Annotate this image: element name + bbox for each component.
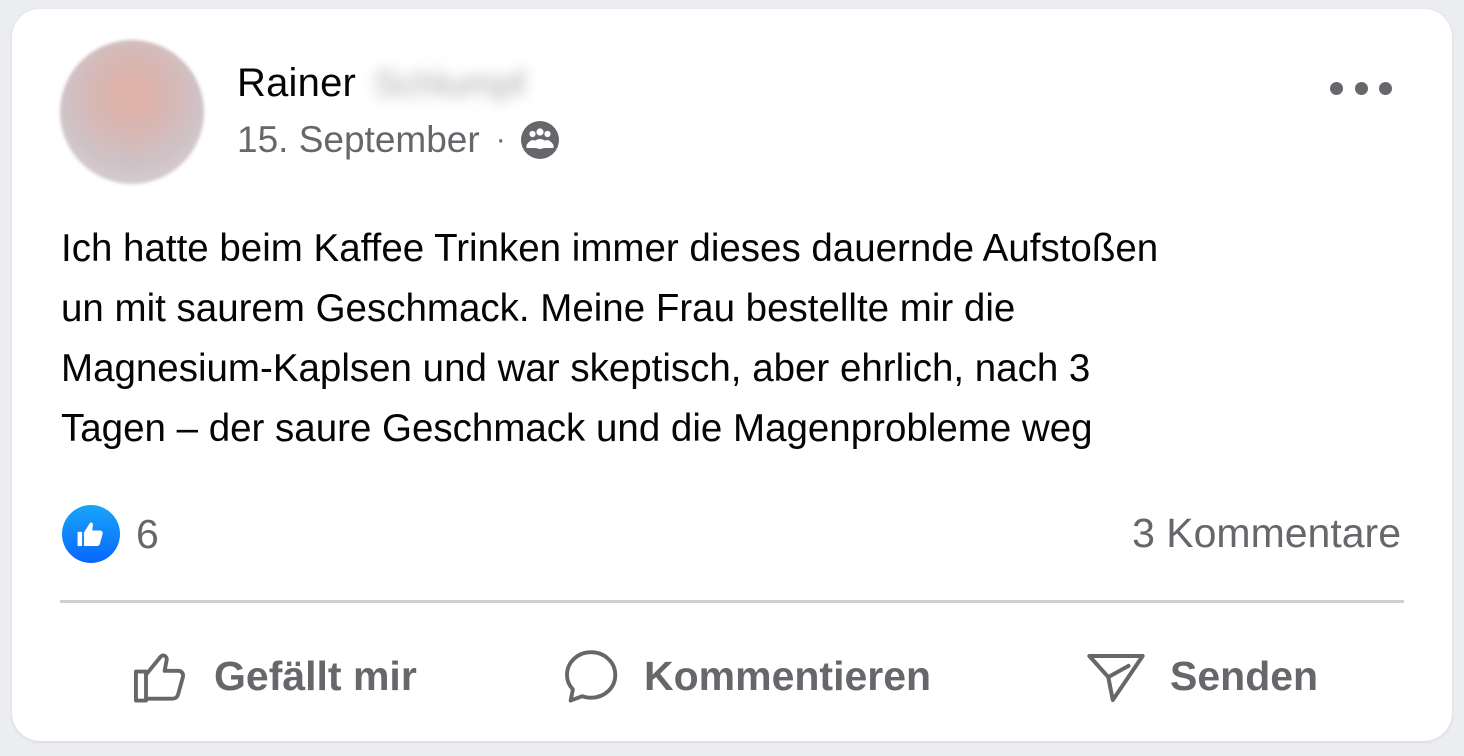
like-button-label: Gefällt mir bbox=[214, 652, 417, 699]
comments-count-link[interactable]: 3 Kommentare bbox=[1132, 510, 1401, 557]
post-text: Ich hatte beim Kaffee Trinken immer dies… bbox=[61, 219, 1421, 459]
reactions-summary[interactable]: 6 bbox=[62, 505, 159, 563]
post-text-line: un mit saurem Geschmack. Meine Frau best… bbox=[61, 287, 1016, 330]
meta-separator: · bbox=[495, 123, 506, 156]
reaction-count: 6 bbox=[136, 510, 159, 557]
send-button-label: Senden bbox=[1170, 652, 1319, 699]
like-button[interactable]: Gefällt mir bbox=[130, 641, 417, 711]
like-reaction-icon bbox=[62, 505, 120, 563]
post-text-line: Magnesium-Kaplsen und war skeptisch, abe… bbox=[61, 347, 1091, 390]
send-icon bbox=[1084, 644, 1148, 708]
post-text-line: Ich hatte beim Kaffee Trinken immer dies… bbox=[61, 227, 1159, 270]
author-first-name[interactable]: Rainer bbox=[237, 61, 356, 106]
comment-bubble-icon bbox=[560, 645, 622, 707]
post-meta: 15. September · bbox=[237, 119, 560, 161]
comment-button[interactable]: Kommentieren bbox=[560, 641, 931, 711]
avatar[interactable] bbox=[60, 40, 204, 184]
thumbs-up-icon bbox=[130, 645, 192, 707]
comment-button-label: Kommentieren bbox=[644, 652, 932, 699]
send-button[interactable]: Senden bbox=[1084, 641, 1318, 711]
post-text-line: Tagen – der saure Geschmack und die Mage… bbox=[61, 407, 1093, 450]
author-name[interactable]: Rainer Schlumpf bbox=[237, 61, 526, 106]
divider bbox=[60, 600, 1404, 603]
group-icon[interactable] bbox=[520, 120, 560, 160]
author-surname-blurred: Schlumpf bbox=[374, 62, 526, 104]
post-date[interactable]: 15. September bbox=[237, 119, 480, 161]
more-options-icon[interactable] bbox=[1330, 73, 1392, 103]
post-card: Rainer Schlumpf 15. September · Ich hatt… bbox=[12, 9, 1452, 741]
